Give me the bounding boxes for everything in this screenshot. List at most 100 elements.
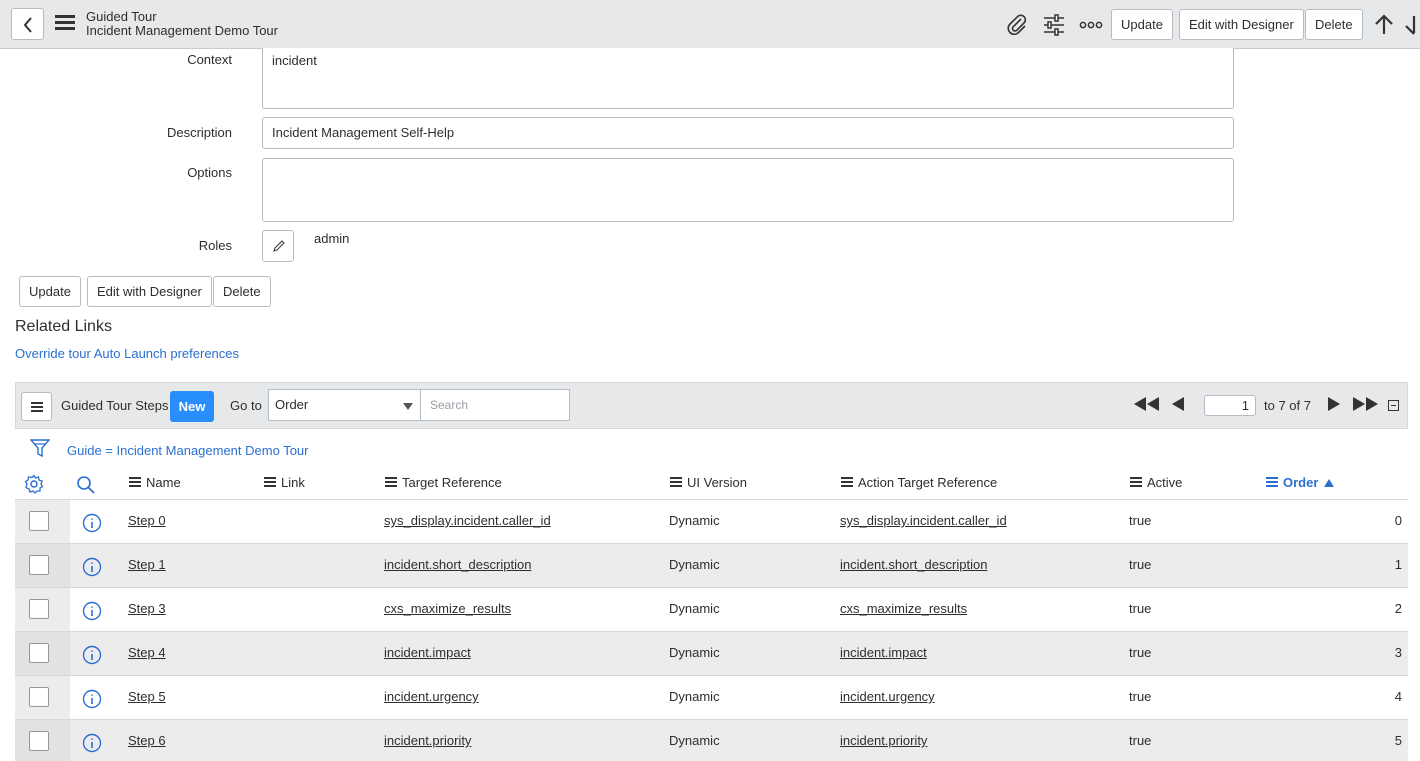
row-action-target-reference[interactable]: sys_display.incident.caller_id [840, 513, 1007, 528]
row-name-link[interactable]: Step 4 [128, 645, 166, 660]
row-target-reference[interactable]: incident.short_description [384, 557, 531, 572]
info-icon[interactable] [82, 733, 102, 753]
back-button[interactable] [11, 8, 44, 40]
page-number-input[interactable]: 1 [1204, 395, 1256, 416]
row-active: true [1129, 601, 1152, 616]
settings-sliders-icon[interactable] [1042, 13, 1066, 37]
goto-selected: Order [275, 397, 309, 412]
info-icon[interactable] [82, 513, 102, 533]
row-checkbox[interactable] [29, 687, 49, 707]
filter-icon[interactable] [30, 438, 50, 458]
col-header-order[interactable]: Order [1266, 475, 1335, 490]
col-header-link[interactable]: Link [264, 475, 305, 490]
related-list-toolbar: Guided Tour Steps New Go to Order Search… [15, 382, 1408, 429]
row-name-link[interactable]: Step 0 [128, 513, 166, 528]
row-name-link[interactable]: Step 6 [128, 733, 166, 748]
search-input[interactable]: Search [420, 389, 570, 421]
row-target-reference[interactable]: incident.urgency [384, 689, 479, 704]
form-edit-designer-button[interactable]: Edit with Designer [87, 276, 212, 307]
row-target-reference[interactable]: cxs_maximize_results [384, 601, 511, 616]
row-ui-version: Dynamic [669, 733, 720, 748]
row-checkbox[interactable] [29, 511, 49, 531]
sort-ascending-icon [1324, 478, 1335, 487]
info-icon[interactable] [82, 645, 102, 665]
next-page-icon[interactable] [1328, 397, 1340, 411]
collapse-list-icon[interactable] [1388, 400, 1399, 411]
row-ui-version: Dynamic [669, 601, 720, 616]
header-edit-designer-button[interactable]: Edit with Designer [1179, 9, 1304, 40]
related-links-title: Related Links [15, 318, 112, 335]
chevron-down-icon [403, 403, 413, 410]
row-checkbox[interactable] [29, 599, 49, 619]
row-ui-version: Dynamic [669, 645, 720, 660]
record-type: Guided Tour [86, 9, 157, 24]
col-header-active[interactable]: Active [1130, 475, 1182, 490]
pencil-icon [273, 240, 285, 252]
row-ui-version: Dynamic [669, 513, 720, 528]
list-menu-button[interactable] [21, 392, 52, 421]
previous-page-icon[interactable] [1172, 397, 1184, 411]
row-ui-version: Dynamic [669, 689, 720, 704]
more-options-icon[interactable] [1079, 13, 1103, 37]
row-action-target-reference[interactable]: incident.short_description [840, 557, 987, 572]
row-order: 2 [1394, 601, 1402, 616]
col-header-action-target-reference[interactable]: Action Target Reference [841, 475, 997, 490]
chevron-left-icon [23, 17, 32, 33]
row-name-link[interactable]: Step 3 [128, 601, 166, 616]
row-checkbox[interactable] [29, 643, 49, 663]
arrow-down-icon[interactable] [1404, 13, 1420, 37]
row-active: true [1129, 645, 1152, 660]
form-delete-button[interactable]: Delete [213, 276, 271, 307]
table-row: Step 1 incident.short_description Dynami… [15, 543, 1408, 587]
row-name-link[interactable]: Step 5 [128, 689, 166, 704]
table-row: Step 4 incident.impact Dynamic incident.… [15, 631, 1408, 675]
info-icon[interactable] [82, 689, 102, 709]
row-checkbox[interactable] [29, 731, 49, 751]
description-field[interactable]: Incident Management Self-Help [262, 117, 1234, 149]
filter-breadcrumb[interactable]: Guide = Incident Management Demo Tour [67, 443, 308, 458]
row-action-target-reference[interactable]: incident.urgency [840, 689, 935, 704]
row-action-target-reference[interactable]: cxs_maximize_results [840, 601, 967, 616]
new-button[interactable]: New [170, 391, 214, 422]
search-icon[interactable] [76, 475, 96, 495]
last-page-icon[interactable] [1353, 397, 1379, 411]
arrow-up-icon[interactable] [1372, 13, 1396, 37]
override-autolaunch-link[interactable]: Override tour Auto Launch preferences [15, 346, 239, 361]
paperclip-icon[interactable] [1005, 13, 1029, 37]
first-page-icon[interactable] [1134, 397, 1160, 411]
context-menu-icon[interactable] [55, 15, 75, 33]
col-header-name[interactable]: Name [129, 475, 181, 490]
col-header-ui-version[interactable]: UI Version [670, 475, 747, 490]
row-target-reference[interactable]: sys_display.incident.caller_id [384, 513, 551, 528]
table-row: Step 5 incident.urgency Dynamic incident… [15, 675, 1408, 719]
row-action-target-reference[interactable]: incident.impact [840, 645, 927, 660]
info-icon[interactable] [82, 557, 102, 577]
col-header-target-reference[interactable]: Target Reference [385, 475, 502, 490]
table-row: Step 3 cxs_maximize_results Dynamic cxs_… [15, 587, 1408, 631]
form-update-button[interactable]: Update [19, 276, 81, 307]
row-ui-version: Dynamic [669, 557, 720, 572]
header-update-button[interactable]: Update [1111, 9, 1173, 40]
table-row: Step 6 incident.priority Dynamic inciden… [15, 719, 1408, 761]
row-order: 3 [1394, 645, 1402, 660]
description-label: Description [166, 125, 232, 140]
info-icon[interactable] [82, 601, 102, 621]
row-action-target-reference[interactable]: incident.priority [840, 733, 927, 748]
edit-roles-button[interactable] [262, 230, 294, 262]
row-checkbox[interactable] [29, 555, 49, 575]
row-target-reference[interactable]: incident.priority [384, 733, 471, 748]
header-delete-button[interactable]: Delete [1305, 9, 1363, 40]
gear-icon[interactable] [24, 474, 44, 494]
context-field[interactable]: incident [262, 48, 1234, 109]
row-active: true [1129, 557, 1152, 572]
row-order: 0 [1394, 513, 1402, 528]
row-target-reference[interactable]: incident.impact [384, 645, 471, 660]
goto-field-select[interactable]: Order [268, 389, 421, 421]
row-order: 1 [1394, 557, 1402, 572]
options-field[interactable] [262, 158, 1234, 222]
options-label: Options [187, 165, 232, 180]
goto-label: Go to [230, 398, 262, 413]
row-active: true [1129, 689, 1152, 704]
row-active: true [1129, 733, 1152, 748]
row-name-link[interactable]: Step 1 [128, 557, 166, 572]
